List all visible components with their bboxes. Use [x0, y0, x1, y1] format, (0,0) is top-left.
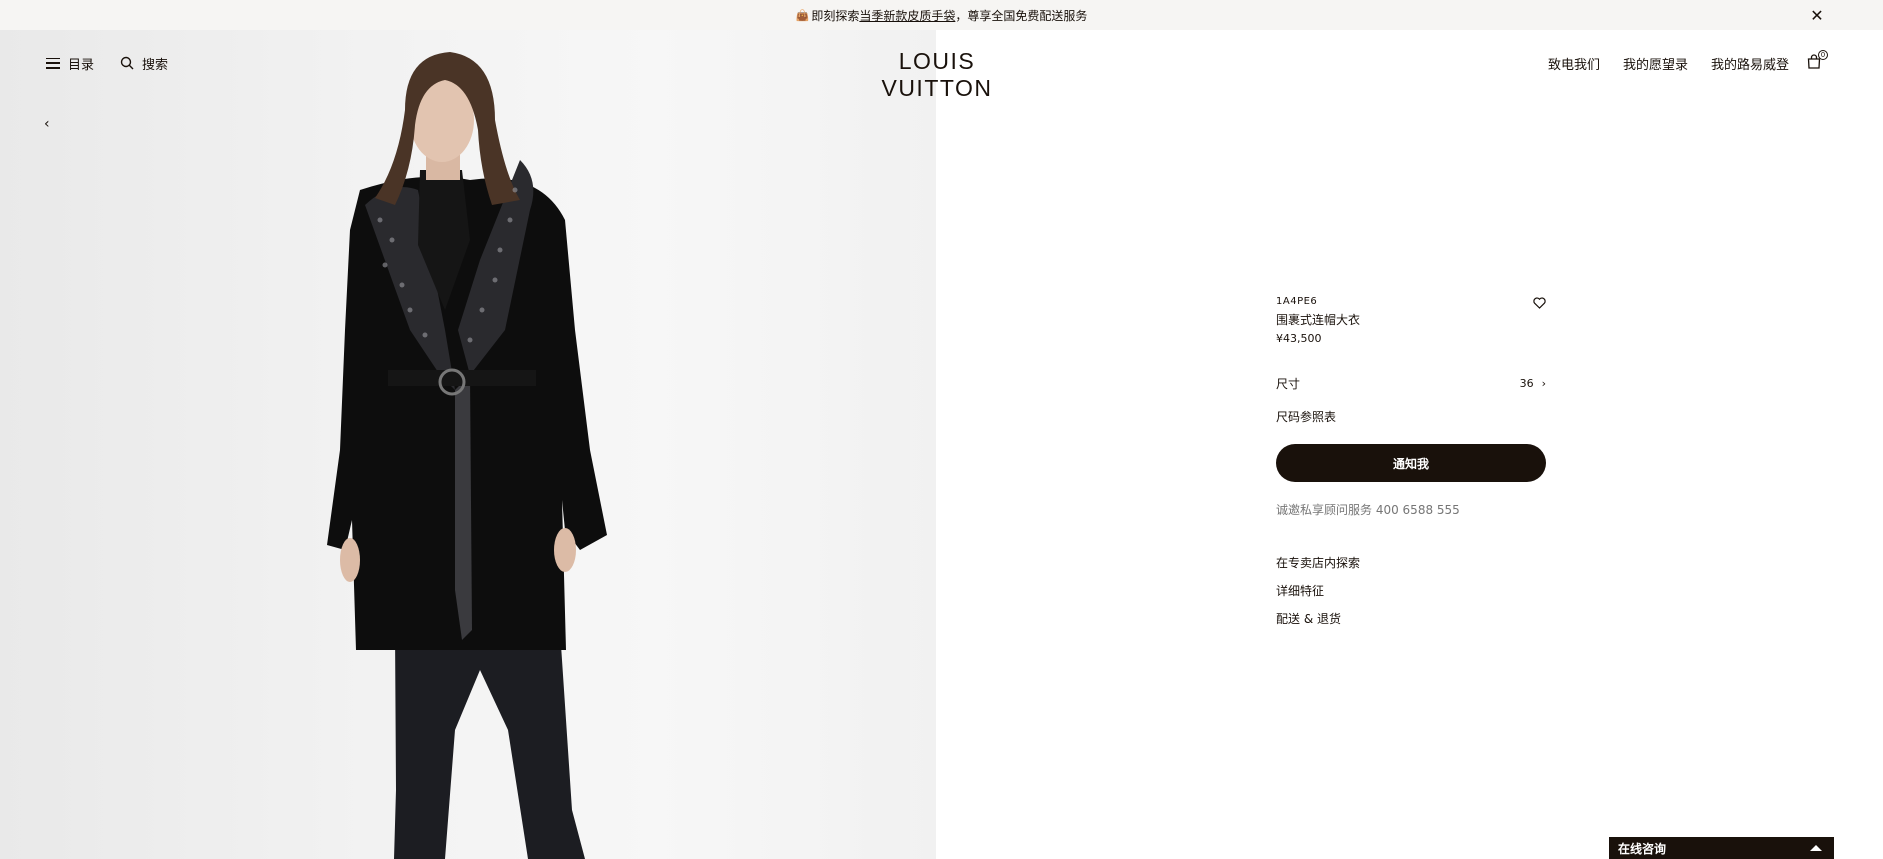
header-left: 目录 搜索	[46, 52, 168, 74]
link-explore-in-store[interactable]: 在专卖店内探索	[1276, 554, 1546, 582]
chevron-right-icon: ›	[1541, 377, 1546, 390]
hamburger-icon	[46, 57, 60, 69]
product-image[interactable]	[0, 30, 936, 859]
header-right: 致电我们 我的愿望录 我的路易威登 0	[1525, 50, 1828, 74]
chevron-up-icon	[1810, 845, 1822, 851]
search-button[interactable]: 搜索	[120, 54, 168, 73]
menu-label: 目录	[68, 57, 95, 73]
size-value: 36	[1519, 377, 1534, 390]
nav-my-account[interactable]: 我的路易威登	[1711, 54, 1789, 73]
chevron-left-icon[interactable]: ‹	[44, 116, 50, 132]
product-price: ¥43,500	[1276, 332, 1322, 345]
advisor-text: 诚邀私享顾问服务	[1276, 503, 1376, 517]
product-panel: 1A4PE6 围裹式连帽大衣 ¥43,500 尺寸 36 › 尺码参照表 通知我…	[1276, 296, 1546, 638]
announcement-bar: 👜 即刻探索 当季新款皮质手袋 ，尊享全国免费配送服务 ✕	[0, 0, 1883, 30]
search-icon	[120, 56, 134, 70]
product-links: 在专卖店内探索 详细特征 配送 & 退货	[1276, 554, 1546, 638]
heart-icon[interactable]	[1533, 297, 1546, 312]
announcement-suffix: ，尊享全国免费配送服务	[955, 8, 1088, 23]
size-guide-link[interactable]: 尺码参照表	[1276, 408, 1546, 425]
search-label: 搜索	[142, 57, 169, 73]
shopping-bag-button[interactable]: 0	[1807, 50, 1828, 72]
close-icon[interactable]: ✕	[1809, 6, 1825, 25]
announcement-prefix: 即刻探索	[811, 8, 860, 23]
product-photo-illustration	[327, 52, 607, 859]
product-sku: 1A4PE6	[1276, 296, 1318, 307]
advisor-phone-link[interactable]: 400 6588 555	[1376, 503, 1460, 517]
handbag-emoji-icon: 👜	[795, 8, 810, 22]
link-delivery-returns[interactable]: 配送 & 退货	[1276, 610, 1546, 638]
size-selector[interactable]: 尺寸 36 ›	[1276, 375, 1546, 392]
chat-label: 在线咨询	[1618, 841, 1667, 856]
nav-wishlist[interactable]: 我的愿望录	[1623, 54, 1688, 73]
menu-button[interactable]: 目录	[46, 54, 94, 73]
link-product-details[interactable]: 详细特征	[1276, 582, 1546, 610]
size-label: 尺寸	[1276, 377, 1301, 391]
product-name: 围裹式连帽大衣	[1276, 313, 1361, 327]
notify-me-button[interactable]: 通知我	[1276, 444, 1546, 482]
announcement-link[interactable]: 当季新款皮质手袋	[859, 7, 955, 24]
brand-logo[interactable]: LOUIS VUITTON	[848, 48, 1026, 102]
nav-call-us[interactable]: 致电我们	[1548, 54, 1600, 73]
online-chat-button[interactable]: 在线咨询	[1609, 837, 1834, 859]
advisor-info: 诚邀私享顾问服务 400 6588 555	[1276, 501, 1546, 518]
cart-count-badge: 0	[1818, 50, 1828, 60]
